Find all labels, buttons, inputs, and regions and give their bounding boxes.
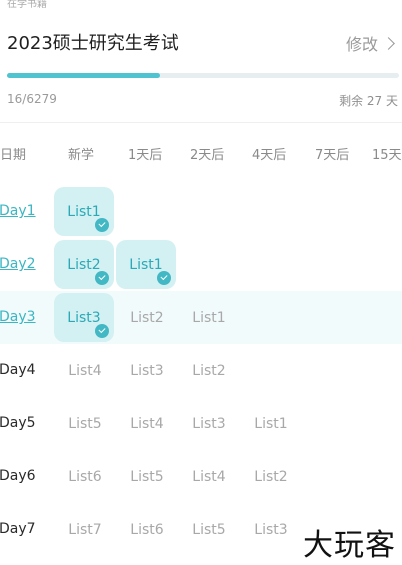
day-link[interactable]: Day3 [0,309,36,325]
chevron-right-icon [382,36,395,50]
days-remaining: 剩余 27 天 [339,94,398,108]
day-link: Day4 [0,362,36,378]
list-cell[interactable]: List4 [54,346,116,395]
column-header: 2天后 [190,148,225,163]
list-cell[interactable]: List3 [178,399,240,448]
progress-fill [7,73,160,78]
list-cell[interactable]: List5 [116,452,178,501]
list-label: List1 [129,256,163,273]
list-label: List3 [130,362,164,379]
table-row: Day4 List4 List3 List2 [0,344,402,397]
list-label: List4 [192,468,226,485]
list-cell[interactable]: List3 [240,505,302,554]
column-header: 15天 [372,148,402,163]
edit-label: 修改 [345,35,378,54]
list-label: List6 [130,521,164,538]
list-label: List7 [68,521,102,538]
column-header: 1天后 [128,148,163,163]
list-label: List5 [192,521,226,538]
list-cell[interactable]: List6 [54,452,116,501]
page-title: 2023硕士研究生考试 [7,33,179,54]
column-header: 4天后 [252,148,287,163]
table-row: Day1 List1 [0,185,402,238]
divider [0,122,402,123]
list-label: List2 [254,468,288,485]
list-cell[interactable]: List6 [116,505,178,554]
table-row: Day5 List5 List4 List3 List1 [0,397,402,450]
column-header: 7天后 [315,148,350,163]
list-label: List6 [68,468,102,485]
current-book-label: 在学书籍 [7,0,47,10]
day-link[interactable]: Day1 [0,203,36,219]
list-cell[interactable]: List7 [54,505,116,554]
list-label: List3 [192,415,226,432]
table-row: Day3 List3 List2 List1 [0,291,402,344]
list-label: List2 [67,256,101,273]
list-cell[interactable]: List4 [116,399,178,448]
day-link: Day6 [0,468,36,484]
check-icon [95,218,109,232]
list-cell[interactable]: List3 [116,346,178,395]
list-label: List2 [192,362,226,379]
list-label: List4 [68,362,102,379]
list-label: List4 [130,415,164,432]
column-header: 新学 [68,148,95,163]
list-label: List1 [254,415,288,432]
list-cell[interactable]: List5 [54,399,116,448]
list-cell[interactable]: List1 [54,187,114,236]
table-row: Day6 List6 List5 List4 List2 [0,450,402,503]
check-icon [157,271,171,285]
list-label: List1 [192,309,226,326]
list-cell[interactable]: List4 [178,452,240,501]
list-cell[interactable]: List1 [116,240,176,289]
list-label: List5 [68,415,102,432]
list-cell[interactable]: List3 [54,293,114,342]
progress-bar [7,73,399,78]
list-cell[interactable]: List1 [240,399,302,448]
list-cell[interactable]: List2 [240,452,302,501]
list-cell[interactable]: List2 [178,346,240,395]
column-header: 日期 [0,148,27,163]
list-label: List1 [67,203,101,220]
list-label: List2 [130,309,164,326]
edit-button[interactable]: 修改 [346,31,398,55]
list-cell[interactable]: List5 [178,505,240,554]
list-label: List3 [67,309,101,326]
list-cell[interactable]: List2 [116,293,178,342]
day-link: Day5 [0,415,36,431]
check-icon [95,324,109,338]
list-cell[interactable]: List2 [54,240,114,289]
day-link[interactable]: Day2 [0,256,36,272]
day-link: Day7 [0,521,36,537]
check-icon [95,271,109,285]
list-label: List5 [130,468,164,485]
list-cell[interactable]: List1 [178,293,240,342]
table-row: Day2 List2 List1 [0,238,402,291]
list-label: List3 [254,521,288,538]
watermark-logo: 大玩客 [303,528,396,563]
progress-count: 16/6279 [7,92,57,106]
